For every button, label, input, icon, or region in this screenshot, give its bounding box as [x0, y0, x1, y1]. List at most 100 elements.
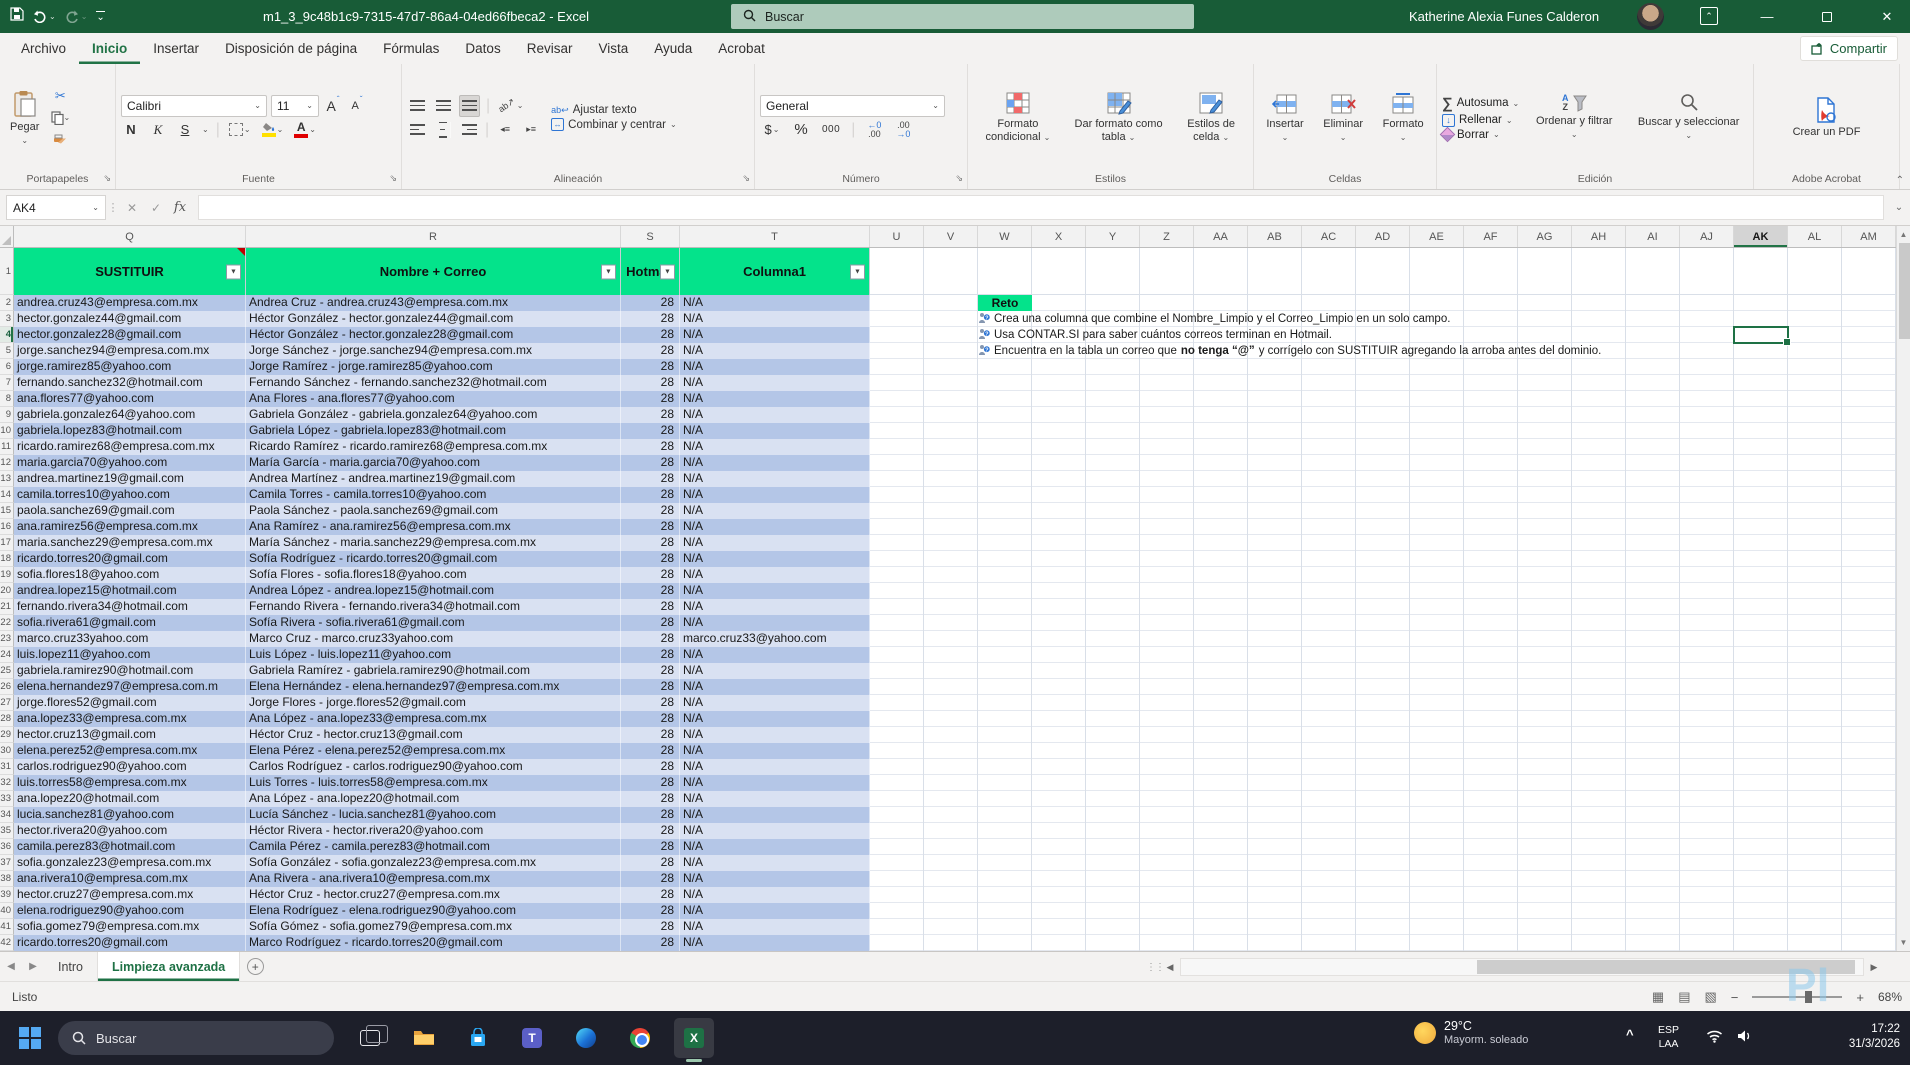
- table-header-sustituir[interactable]: SUSTITUIR ▼: [14, 248, 246, 295]
- cell[interactable]: Héctor Cruz - hector.cruz13@gmail.com: [246, 727, 621, 743]
- sheet-nav-right-icon[interactable]: ▶: [22, 952, 44, 981]
- row-header-31[interactable]: 31: [0, 759, 14, 775]
- filter-dropdown-icon[interactable]: ▼: [850, 264, 865, 279]
- cell[interactable]: Andrea Martínez - andrea.martinez19@gmai…: [246, 471, 621, 487]
- row-header-24[interactable]: 24: [0, 647, 14, 663]
- formula-input[interactable]: [198, 195, 1884, 220]
- scroll-up-icon[interactable]: ▲: [1897, 227, 1910, 242]
- tab-inicio[interactable]: Inicio: [79, 33, 140, 64]
- format-as-table-button[interactable]: Dar formato como tabla ⌄: [1068, 89, 1169, 145]
- row-header-10[interactable]: 10: [0, 423, 14, 439]
- weather-widget[interactable]: 29°C Mayorm. soleado: [1414, 1019, 1528, 1047]
- cell[interactable]: ricardo.torres20@gmail.com: [14, 935, 246, 951]
- row-header-2[interactable]: 2: [0, 295, 14, 311]
- cell[interactable]: N/A: [680, 759, 870, 775]
- cell[interactable]: Camila Pérez - camila.perez83@hotmail.co…: [246, 839, 621, 855]
- row-header-19[interactable]: 19: [0, 567, 14, 583]
- align-center-icon[interactable]: [433, 119, 453, 141]
- cell[interactable]: N/A: [680, 503, 870, 519]
- tab-insertar[interactable]: Insertar: [140, 33, 212, 64]
- cell[interactable]: N/A: [680, 295, 870, 311]
- zoom-slider[interactable]: [1752, 991, 1843, 1003]
- share-button[interactable]: Compartir: [1799, 36, 1898, 61]
- cell[interactable]: 28: [621, 807, 680, 823]
- cell[interactable]: gabriela.gonzalez64@yahoo.com: [14, 407, 246, 423]
- number-dialog-launcher-icon[interactable]: ⇘: [955, 170, 963, 186]
- font-size-select[interactable]: 11 ⌄: [271, 94, 319, 117]
- cell[interactable]: lucia.sanchez81@yahoo.com: [14, 807, 246, 823]
- cell[interactable]: jorge.sanchez94@empresa.com.mx: [14, 343, 246, 359]
- cell[interactable]: Marco Rodríguez - ricardo.torres20@gmail…: [246, 935, 621, 951]
- cell[interactable]: N/A: [680, 487, 870, 503]
- cell[interactable]: 28: [621, 583, 680, 599]
- cell[interactable]: 28: [621, 839, 680, 855]
- row-header-34[interactable]: 34: [0, 807, 14, 823]
- task-view-button[interactable]: [350, 1018, 390, 1058]
- row-header-40[interactable]: 40: [0, 903, 14, 919]
- cell-styles-button[interactable]: Estilos de celda ⌄: [1174, 89, 1248, 145]
- cell[interactable]: 28: [621, 823, 680, 839]
- cell[interactable]: Carlos Rodríguez - carlos.rodriguez90@ya…: [246, 759, 621, 775]
- row-header-18[interactable]: 18: [0, 551, 14, 567]
- fill-button[interactable]: ↓ Rellenar ⌄: [1442, 113, 1513, 127]
- table-header-nombre-correo[interactable]: Nombre + Correo ▼: [246, 248, 621, 295]
- column-header-U[interactable]: U: [870, 226, 924, 247]
- grow-font-button[interactable]: Aˆ: [323, 95, 343, 117]
- cell[interactable]: N/A: [680, 935, 870, 951]
- cell[interactable]: 28: [621, 903, 680, 919]
- cell[interactable]: hector.cruz13@gmail.com: [14, 727, 246, 743]
- cell[interactable]: 28: [621, 663, 680, 679]
- cell[interactable]: Jorge Flores - jorge.flores52@gmail.com: [246, 695, 621, 711]
- cell[interactable]: N/A: [680, 551, 870, 567]
- autosum-button[interactable]: ∑ Autosuma ⌄: [1442, 95, 1519, 112]
- bold-button[interactable]: N: [121, 119, 141, 141]
- tab-vista[interactable]: Vista: [585, 33, 641, 64]
- column-header-W[interactable]: W: [978, 226, 1032, 247]
- cell[interactable]: Jorge Ramírez - jorge.ramirez85@yahoo.co…: [246, 359, 621, 375]
- hscroll-left-icon[interactable]: ◀: [1162, 956, 1178, 978]
- cell[interactable]: marco.cruz33yahoo.com: [14, 631, 246, 647]
- column-header-AB[interactable]: AB: [1248, 226, 1302, 247]
- row-header-15[interactable]: 15: [0, 503, 14, 519]
- cell[interactable]: 28: [621, 471, 680, 487]
- scroll-down-icon[interactable]: ▼: [1897, 935, 1910, 950]
- cell[interactable]: N/A: [680, 407, 870, 423]
- redo-button[interactable]: ⌄: [65, 10, 87, 23]
- cell[interactable]: Gabriela González - gabriela.gonzalez64@…: [246, 407, 621, 423]
- cell[interactable]: Fernando Rivera - fernando.rivera34@hotm…: [246, 599, 621, 615]
- row-header-8[interactable]: 8: [0, 391, 14, 407]
- cell[interactable]: hector.gonzalez44@gmail.com: [14, 311, 246, 327]
- vertical-scroll-thumb[interactable]: [1898, 243, 1910, 339]
- tab-archivo[interactable]: Archivo: [8, 33, 79, 64]
- volume-icon[interactable]: [1736, 1029, 1753, 1048]
- customize-qat-icon[interactable]: ⌄: [96, 11, 105, 23]
- column-header-Y[interactable]: Y: [1086, 226, 1140, 247]
- cell[interactable]: hector.gonzalez28@gmail.com: [14, 327, 246, 343]
- cell[interactable]: N/A: [680, 695, 870, 711]
- column-header-Q[interactable]: Q: [14, 226, 246, 247]
- cell[interactable]: 28: [621, 327, 680, 343]
- sort-filter-button[interactable]: AZ Ordenar y filtrar ⌄: [1527, 92, 1621, 142]
- row-header-16[interactable]: 16: [0, 519, 14, 535]
- cell[interactable]: 28: [621, 551, 680, 567]
- cell[interactable]: Héctor González - hector.gonzalez44@gmai…: [246, 311, 621, 327]
- underline-button[interactable]: S: [175, 119, 195, 141]
- row-header-13[interactable]: 13: [0, 471, 14, 487]
- cell[interactable]: María Sánchez - maria.sanchez29@empresa.…: [246, 535, 621, 551]
- sheet-nav-left-icon[interactable]: ◀: [0, 952, 22, 981]
- row-header-20[interactable]: 20: [0, 583, 14, 599]
- align-top-icon[interactable]: [407, 95, 427, 117]
- cell[interactable]: 28: [621, 887, 680, 903]
- collapse-ribbon-icon[interactable]: ⌃: [1896, 175, 1904, 186]
- orientation-button[interactable]: ab↗ ⌄: [496, 95, 525, 117]
- percent-button[interactable]: %: [791, 119, 811, 141]
- cell[interactable]: paola.sanchez69@gmail.com: [14, 503, 246, 519]
- cell[interactable]: N/A: [680, 919, 870, 935]
- cell[interactable]: 28: [621, 743, 680, 759]
- cell[interactable]: andrea.martinez19@gmail.com: [14, 471, 246, 487]
- cancel-entry-icon[interactable]: ✕: [120, 195, 144, 220]
- tab-acrobat[interactable]: Acrobat: [705, 33, 778, 64]
- cell[interactable]: N/A: [680, 711, 870, 727]
- cell[interactable]: N/A: [680, 903, 870, 919]
- normal-view-icon[interactable]: ▦: [1652, 989, 1664, 1005]
